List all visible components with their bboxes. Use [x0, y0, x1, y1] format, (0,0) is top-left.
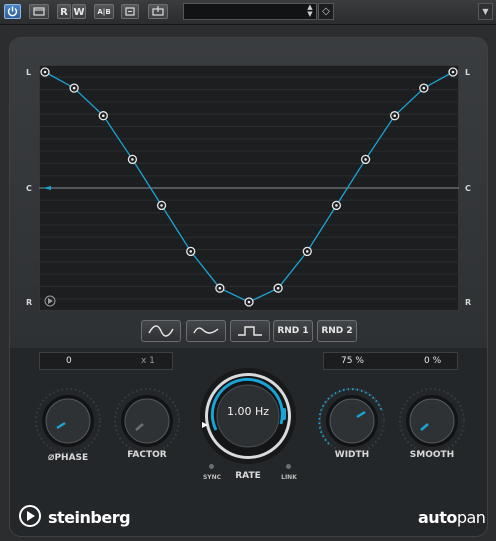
- rate-value: 1.00 Hz: [226, 405, 270, 418]
- phase-label: PHASE: [54, 453, 89, 463]
- compare-button[interactable]: [29, 4, 49, 19]
- link-led: [286, 464, 291, 469]
- curve-point-center: [131, 158, 134, 161]
- phase-label-wrap: ⌀PHASE: [40, 450, 96, 463]
- factor-label: FACTOR: [127, 450, 167, 460]
- product-name-bold: auto: [418, 508, 457, 527]
- product-name-light: pan: [456, 508, 486, 527]
- compare-icon: [33, 7, 45, 16]
- ab-button[interactable]: A|B: [94, 4, 114, 19]
- chevron-down-icon: ▼: [482, 7, 489, 16]
- random-2-button[interactable]: RND 2: [317, 320, 357, 342]
- write-button[interactable]: W: [72, 4, 86, 19]
- curve-point-center: [335, 204, 338, 207]
- triangle-shape-button[interactable]: [186, 320, 226, 342]
- factor-knob[interactable]: [112, 386, 182, 456]
- curve-point-center: [247, 300, 251, 304]
- graph-left-label-right: L: [465, 68, 471, 77]
- factor-value: x 1: [141, 356, 155, 366]
- width-knob[interactable]: [317, 386, 387, 456]
- plugin-toolbar: R W A|B ▲ ▼ ◇ ▼: [0, 0, 496, 25]
- phase-factor-display[interactable]: 0 x 1: [39, 352, 173, 370]
- curve-point-center: [72, 86, 76, 90]
- link-button[interactable]: LINK: [275, 474, 303, 481]
- graph-left-label-left: L: [26, 68, 32, 77]
- pan-curve-graph[interactable]: [39, 65, 459, 311]
- curve-point-center: [218, 286, 222, 290]
- phase-knob[interactable]: [33, 386, 103, 456]
- width-value: 75 %: [341, 356, 364, 366]
- curve-point-center: [43, 70, 47, 74]
- power-icon: [7, 6, 18, 17]
- paste-icon: [152, 6, 164, 16]
- curve-point-center: [422, 86, 426, 90]
- curve-point-center: [101, 114, 105, 117]
- preset-browser-button[interactable]: ◇: [318, 3, 334, 20]
- copy-icon: [125, 7, 135, 16]
- sync-led: [209, 464, 214, 469]
- sync-button[interactable]: SYNC: [198, 474, 226, 481]
- width-label: WIDTH: [334, 450, 370, 460]
- more-options-button[interactable]: ▼: [478, 3, 493, 20]
- width-smooth-display[interactable]: 75 % 0 %: [323, 352, 458, 370]
- graph-right-label-left: R: [26, 298, 33, 307]
- graph-center-label-left: C: [26, 184, 32, 193]
- triangle-wave-icon: [193, 327, 219, 334]
- sine-wave-icon: [148, 325, 174, 337]
- sine-shape-button[interactable]: [141, 320, 181, 342]
- random-1-button[interactable]: RND 1: [273, 320, 313, 342]
- curve-point-center: [451, 70, 455, 74]
- paste-settings-button[interactable]: [148, 4, 168, 19]
- square-shape-button[interactable]: [230, 320, 270, 342]
- curve-point-center: [160, 204, 163, 207]
- smooth-value: 0 %: [424, 356, 442, 366]
- square-wave-icon: [238, 326, 262, 336]
- rate-label: RATE: [235, 471, 261, 481]
- copy-settings-button[interactable]: [121, 4, 139, 19]
- graph-right-label-right: R: [465, 298, 472, 307]
- curve-point-center: [189, 250, 193, 253]
- steinberg-logo-icon: [19, 505, 41, 527]
- phase-value: 0: [66, 356, 72, 366]
- product-name: autopan: [418, 508, 486, 527]
- curve-point-center: [364, 158, 367, 161]
- brand-name: steinberg: [48, 508, 131, 527]
- graph-center-label-right: C: [465, 184, 471, 193]
- curve-point-center: [393, 114, 397, 117]
- curve-point-center: [276, 286, 280, 290]
- smooth-label: SMOOTH: [409, 450, 455, 460]
- read-button[interactable]: R: [57, 4, 71, 19]
- power-button[interactable]: [4, 4, 21, 19]
- preset-stepper[interactable]: ▲ ▼: [305, 4, 315, 19]
- smooth-knob[interactable]: [397, 386, 467, 456]
- preset-field[interactable]: [183, 3, 317, 20]
- curve-point-center: [305, 250, 309, 253]
- diamond-icon: ◇: [322, 6, 330, 17]
